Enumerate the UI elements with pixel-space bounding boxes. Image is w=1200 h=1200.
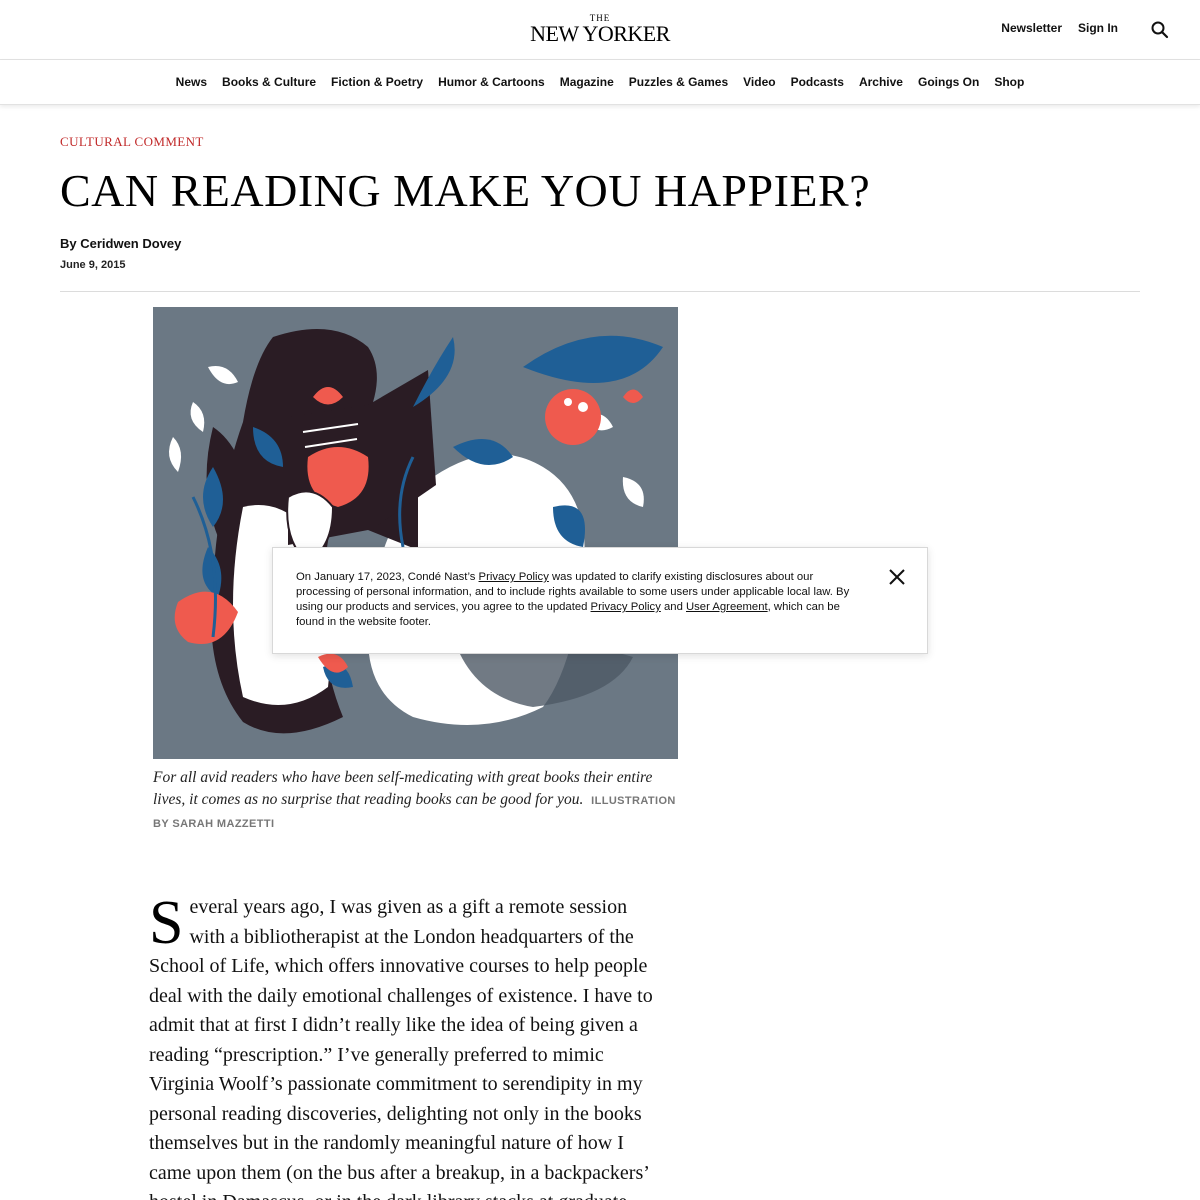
byline: By Ceridwen Dovey [60,236,181,251]
banner-text: On January 17, 2023, Condé Nast’s Privac… [296,570,861,630]
nav-item-podcasts[interactable]: Podcasts [791,75,844,89]
lead-illustration [153,307,678,759]
nav-item-archive[interactable]: Archive [859,75,903,89]
image-caption: For all avid readers who have been self-… [153,767,683,835]
nav-item-goings-on[interactable]: Goings On [918,75,979,89]
nav-item-puzzles-games[interactable]: Puzzles & Games [629,75,728,89]
drop-cap: S [149,889,184,957]
nav-item-news[interactable]: News [176,75,207,89]
article-rubric[interactable]: CULTURAL COMMENT [60,134,204,150]
caption-text: For all avid readers who have been self-… [153,769,653,808]
user-agreement-link[interactable]: User Agreement [686,601,768,613]
privacy-policy-link[interactable]: Privacy Policy [591,601,661,613]
site-header: THE NEW YORKER Newsletter Sign In [0,0,1200,60]
article-headline: CAN READING MAKE YOU HAPPIER? [60,165,871,216]
publish-date: June 9, 2015 [60,259,126,271]
privacy-policy-link[interactable]: Privacy Policy [479,571,549,583]
search-icon[interactable] [1150,20,1170,40]
header-divider [60,291,1140,292]
nav-item-books-culture[interactable]: Books & Culture [222,75,316,89]
banner-text-part: On January 17, 2023, Condé Nast’s [296,571,479,583]
newsletter-link[interactable]: Newsletter [1001,21,1062,35]
nav-item-fiction-poetry[interactable]: Fiction & Poetry [331,75,423,89]
nav-item-humor-cartoons[interactable]: Humor & Cartoons [438,75,545,89]
nav-item-magazine[interactable]: Magazine [560,75,614,89]
header-links: Newsletter Sign In [1001,21,1118,35]
nav-item-shop[interactable]: Shop [994,75,1024,89]
sign-in-link[interactable]: Sign In [1078,21,1118,35]
author-link[interactable]: Ceridwen Dovey [80,236,181,251]
main-nav: News Books & Culture Fiction & Poetry Hu… [0,60,1200,105]
body-paragraph: everal years ago, I was given as a gift … [149,896,653,1200]
nav-item-video[interactable]: Video [743,75,775,89]
banner-text-part: and [660,601,686,613]
privacy-update-banner: On January 17, 2023, Condé Nast’s Privac… [272,547,928,654]
close-icon[interactable] [887,567,907,587]
byline-prefix: By [60,236,81,251]
article-body: Several years ago, I was given as a gift… [149,889,659,1200]
